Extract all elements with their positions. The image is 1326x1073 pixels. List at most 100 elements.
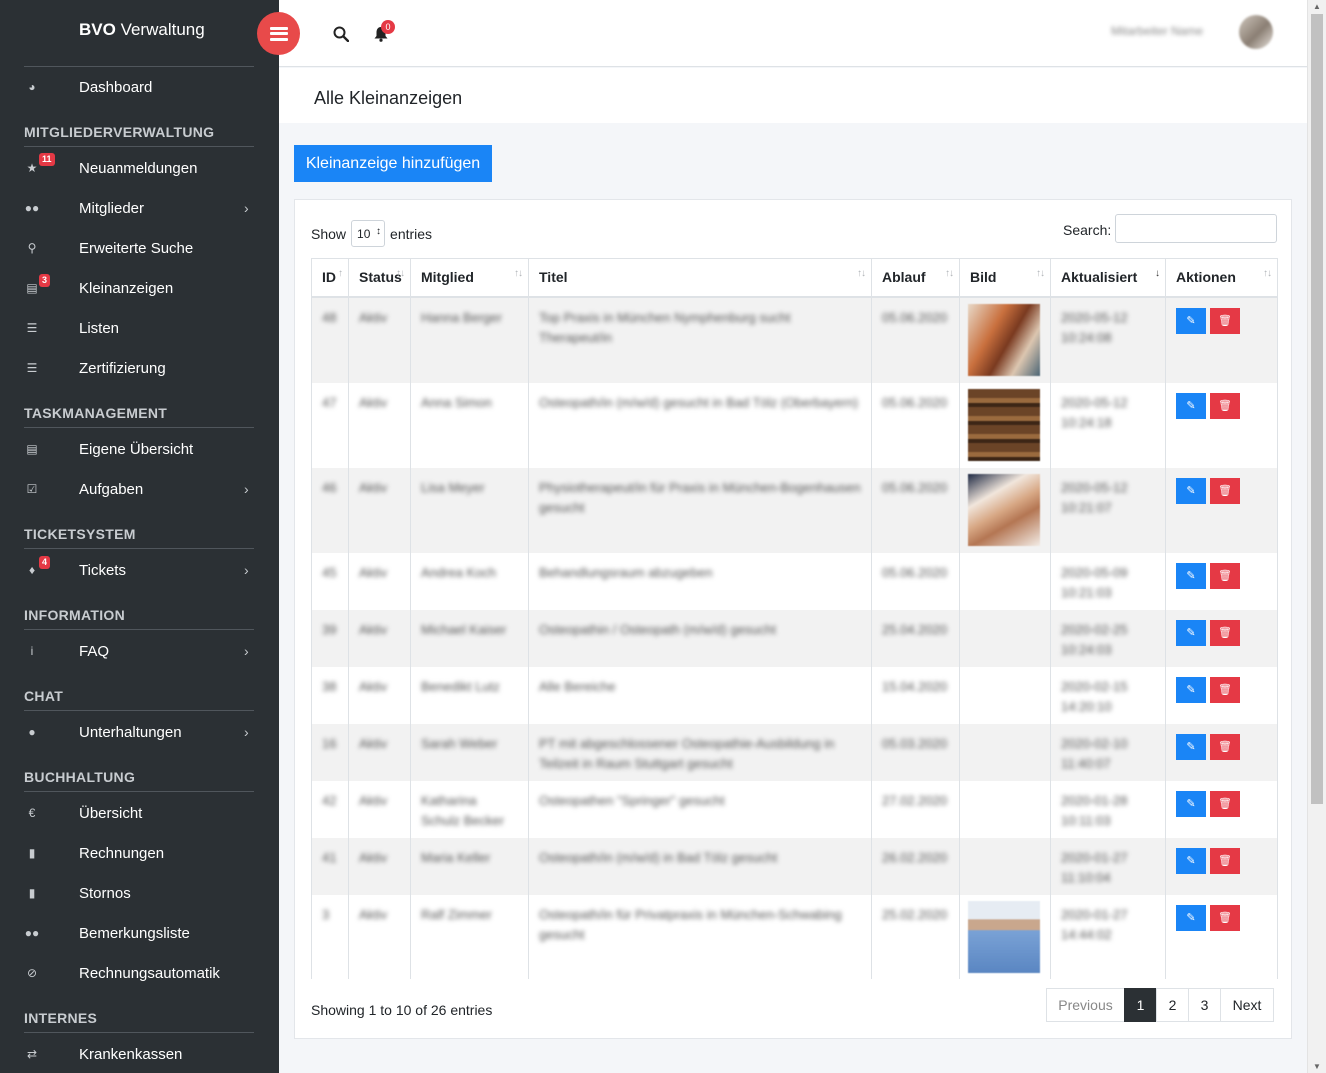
- pagination-page-2[interactable]: 2: [1156, 988, 1189, 1022]
- column-header-status[interactable]: Status ↑↓: [348, 258, 411, 298]
- sidebar-item-stornos[interactable]: ▮ Stornos: [0, 875, 279, 911]
- sidebar-item-unterhaltungen[interactable]: ● Unterhaltungen ›: [0, 714, 279, 750]
- edit-button[interactable]: ✎: [1176, 562, 1206, 589]
- cell-title: Osteopath/in (m/w/d) gesucht in Bad Tölz…: [528, 382, 872, 468]
- cell-title: Osteopathin / Osteopath (m/w/d) gesucht: [528, 609, 872, 667]
- cell-image: [959, 666, 1051, 724]
- delete-button[interactable]: 🗑: [1210, 619, 1240, 646]
- sidebar-item-label: Tickets: [79, 561, 126, 579]
- sidebar-item-eigene-uebersicht[interactable]: ▤ Eigene Übersicht: [0, 431, 279, 467]
- cell-title: Behandlungsraum abzugeben: [528, 552, 872, 610]
- sidebar-item-uebersicht[interactable]: € Übersicht: [0, 795, 279, 831]
- sidebar-item-label: Eigene Übersicht: [79, 440, 194, 458]
- user-name[interactable]: Mitarbeiter Name: [1111, 24, 1203, 38]
- cell-actions: ✎ 🗑: [1165, 723, 1278, 781]
- column-header-ablauf[interactable]: Ablauf ↑↓: [871, 258, 960, 298]
- bell-icon[interactable]: 0: [373, 20, 395, 45]
- delete-button[interactable]: 🗑: [1210, 307, 1240, 334]
- sidebar-item-erweiterte-suche[interactable]: ⚲ Erweiterte Suche: [0, 230, 279, 266]
- cell-expiry: 27.02.2020: [871, 780, 960, 838]
- sidebar-item-rechnungen[interactable]: ▮ Rechnungen: [0, 835, 279, 871]
- sidebar-item-mitglieder[interactable]: ●● Mitglieder ›: [0, 190, 279, 226]
- sidebar-item-faq[interactable]: i FAQ ›: [0, 633, 279, 669]
- count-badge: 11: [39, 153, 55, 166]
- scrollbar-thumb[interactable]: [1311, 14, 1323, 804]
- table-row: 16 Aktiv Sarah Weber PT mit abgeschlossener…: [311, 723, 1278, 781]
- edit-button[interactable]: ✎: [1176, 477, 1206, 504]
- delete-button[interactable]: 🗑: [1210, 904, 1240, 931]
- delete-button[interactable]: 🗑: [1210, 392, 1240, 419]
- sort-desc-icon: ↓: [1155, 268, 1160, 279]
- column-header-titel[interactable]: Titel ↑↓: [528, 258, 872, 298]
- divider: [24, 146, 254, 147]
- avatar[interactable]: [1239, 15, 1273, 49]
- sidebar-item-tickets[interactable]: ♦ 4 Tickets ›: [0, 552, 279, 588]
- sidebar-item-kleinanzeigen[interactable]: ▤ 3 Kleinanzeigen: [0, 270, 279, 306]
- sidebar-item-neuanmeldungen[interactable]: ★ 11 Neuanmeldungen: [0, 150, 279, 186]
- delete-button[interactable]: 🗑: [1210, 676, 1240, 703]
- table-row: 3 Aktiv Ralf Zimmer Osteopath/in für Privat…: [311, 894, 1278, 979]
- check-square-icon: ☑: [26, 482, 38, 496]
- info-icon: i: [30, 644, 34, 658]
- page-length-select[interactable]: 10: [351, 220, 386, 247]
- search-icon[interactable]: [333, 26, 350, 45]
- edit-button[interactable]: ✎: [1176, 307, 1206, 334]
- add-listing-button[interactable]: Kleinanzeige hinzufügen: [294, 145, 492, 182]
- column-header-bild[interactable]: Bild ↑↓: [959, 258, 1051, 298]
- delete-button[interactable]: 🗑: [1210, 790, 1240, 817]
- delete-button[interactable]: 🗑: [1210, 733, 1240, 760]
- vertical-scrollbar[interactable]: ▲ ▼: [1307, 0, 1326, 1073]
- pagination-previous[interactable]: Previous: [1046, 988, 1125, 1022]
- delete-button[interactable]: 🗑: [1210, 847, 1240, 874]
- divider: [24, 1032, 254, 1033]
- edit-button[interactable]: ✎: [1176, 733, 1206, 760]
- pagination-page-1[interactable]: 1: [1124, 988, 1157, 1022]
- edit-button[interactable]: ✎: [1176, 790, 1206, 817]
- page-title: Alle Kleinanzeigen: [314, 88, 463, 108]
- column-header-aktionen[interactable]: Aktionen ↑↓: [1165, 258, 1278, 298]
- listing-image[interactable]: [968, 388, 1040, 461]
- listing-image[interactable]: [968, 900, 1040, 973]
- sidebar-toggle-button[interactable]: [257, 12, 300, 55]
- table-row: 48 Aktiv Hanna Berger Top Praxis in München…: [311, 296, 1278, 383]
- sidebar-item-dashboard[interactable]: ◕ Dashboard: [0, 69, 279, 105]
- brand-logo[interactable]: BVO Verwaltung: [79, 20, 205, 40]
- pagination-page-3[interactable]: 3: [1188, 988, 1221, 1022]
- scroll-down-icon[interactable]: ▼: [1313, 1062, 1321, 1071]
- exchange-icon: ⇄: [26, 1047, 38, 1061]
- section-title: BUCHHALTUNG: [24, 769, 136, 785]
- users-icon: ●●: [24, 926, 40, 940]
- sidebar-item-krankenkassen[interactable]: ⇄ Krankenkassen: [0, 1036, 279, 1072]
- sidebar-item-listen[interactable]: ☰ Listen: [0, 310, 279, 346]
- pencil-icon: ✎: [1186, 741, 1196, 753]
- edit-button[interactable]: ✎: [1176, 619, 1206, 646]
- cell-member: Anna Simon: [410, 382, 529, 468]
- cell-title: Top Praxis in München Nymphenburg sucht …: [528, 296, 872, 383]
- pencil-icon: ✎: [1186, 627, 1196, 639]
- delete-button[interactable]: 🗑: [1210, 562, 1240, 589]
- show-label: Show: [311, 225, 347, 242]
- chevron-right-icon: ›: [244, 724, 249, 740]
- edit-button[interactable]: ✎: [1176, 676, 1206, 703]
- listing-image[interactable]: [968, 303, 1040, 376]
- edit-button[interactable]: ✎: [1176, 392, 1206, 419]
- column-header-aktualisiert[interactable]: Aktualisiert ↓: [1050, 258, 1166, 298]
- sidebar-item-label: Mitglieder: [79, 199, 145, 217]
- sidebar-item-rechnungsautomatik[interactable]: ⊘ Rechnungsautomatik: [0, 955, 279, 991]
- delete-button[interactable]: 🗑: [1210, 477, 1240, 504]
- scroll-up-icon[interactable]: ▲: [1313, 2, 1321, 11]
- sidebar-item-bemerkungsliste[interactable]: ●● Bemerkungsliste: [0, 915, 279, 951]
- listing-image[interactable]: [968, 473, 1040, 546]
- column-header-mitglied[interactable]: Mitglied ↑↓: [410, 258, 529, 298]
- edit-button[interactable]: ✎: [1176, 847, 1206, 874]
- sidebar-item-aufgaben[interactable]: ☑ Aufgaben ›: [0, 471, 279, 507]
- trash-icon: 🗑: [1218, 684, 1232, 696]
- search-input[interactable]: [1115, 214, 1277, 243]
- column-header-id[interactable]: ID ↑: [311, 258, 349, 298]
- edit-button[interactable]: ✎: [1176, 904, 1206, 931]
- sidebar-item-zertifizierung[interactable]: ☰ Zertifizierung: [0, 350, 279, 386]
- cell-actions: ✎ 🗑: [1165, 666, 1278, 724]
- pagination-next[interactable]: Next: [1220, 988, 1274, 1022]
- divider: [24, 629, 254, 630]
- page-length-control: Show 10 entries: [311, 220, 432, 247]
